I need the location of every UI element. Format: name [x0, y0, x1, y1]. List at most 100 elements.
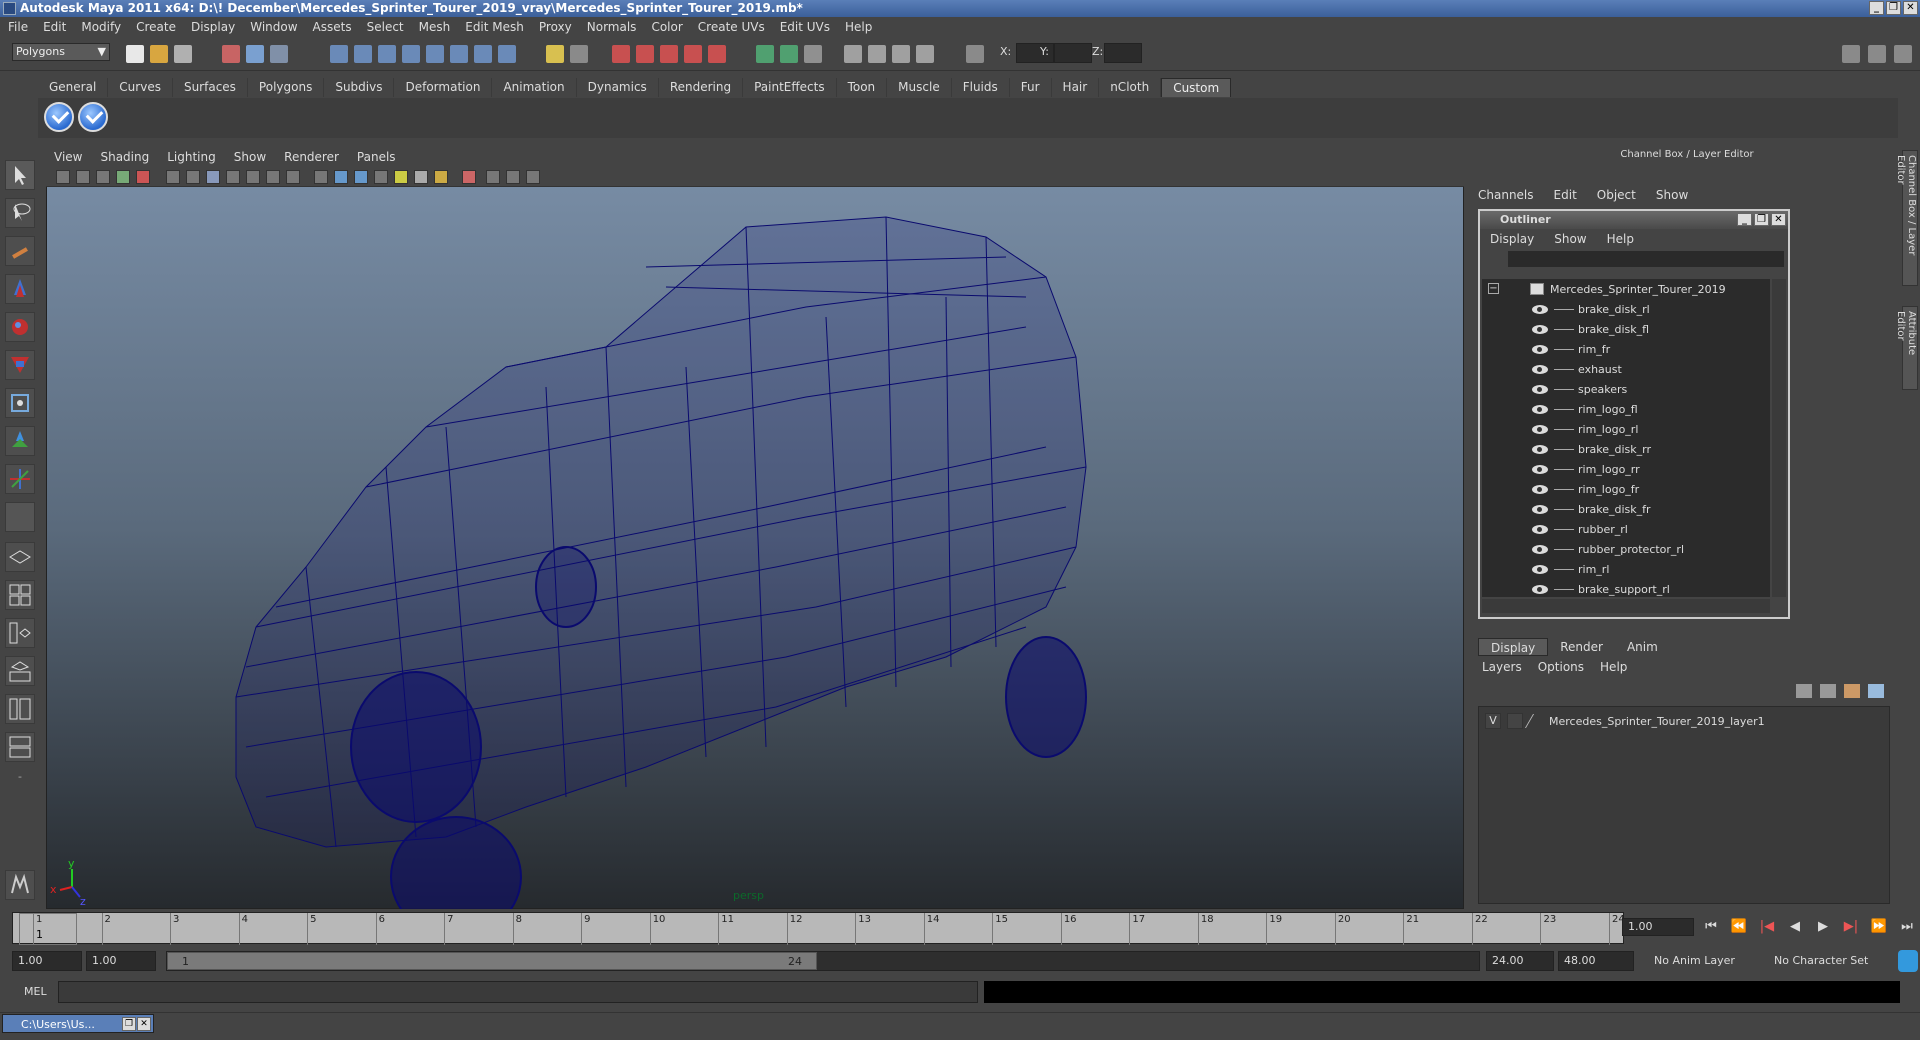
- input-ops-icon[interactable]: [756, 45, 774, 63]
- shelf-check-icon-2[interactable]: [78, 102, 108, 132]
- play-forward-button[interactable]: ▶: [1812, 918, 1834, 936]
- vp-menu-lighting[interactable]: Lighting: [167, 150, 216, 164]
- show-tool-settings-icon[interactable]: [1868, 45, 1886, 63]
- layer-visibility-toggle[interactable]: V: [1485, 713, 1501, 729]
- list-item[interactable]: brake_support_rl: [1532, 580, 1670, 597]
- list-item[interactable]: rim_logo_fl: [1532, 400, 1638, 418]
- list-item[interactable]: speakers: [1532, 380, 1627, 398]
- list-item[interactable]: rim_fr: [1532, 340, 1610, 358]
- show-attribute-editor-icon[interactable]: [1842, 45, 1860, 63]
- menu-edit-uvs[interactable]: Edit UVs: [780, 20, 830, 34]
- render-frame-icon[interactable]: [868, 45, 886, 63]
- list-item[interactable]: brake_disk_fl: [1532, 320, 1649, 338]
- snap-curve-icon[interactable]: [354, 45, 372, 63]
- rotate-tool-icon[interactable]: [5, 312, 35, 342]
- cb-menu-channels[interactable]: Channels: [1478, 188, 1534, 202]
- y-field[interactable]: [1054, 43, 1092, 63]
- cb-menu-object[interactable]: Object: [1597, 188, 1636, 202]
- outliner-search-input[interactable]: [1508, 251, 1784, 267]
- outliner-maximize-button[interactable]: ❐: [1754, 213, 1769, 226]
- list-item[interactable]: rim_logo_fr: [1532, 480, 1639, 498]
- move-tool-icon[interactable]: [5, 274, 35, 304]
- taskitem-close-button[interactable]: ✕: [137, 1017, 151, 1031]
- list-item[interactable]: brake_disk_fr: [1532, 500, 1651, 518]
- shelf-tab-fur[interactable]: Fur: [1010, 78, 1052, 97]
- backface-culling-icon[interactable]: [526, 170, 540, 184]
- shelf-tab-animation[interactable]: Animation: [492, 78, 577, 97]
- taskitem-restore-button[interactable]: ❐: [122, 1017, 136, 1031]
- menu-create[interactable]: Create: [136, 20, 176, 34]
- field-chart-icon[interactable]: [246, 170, 260, 184]
- layer-menu-options[interactable]: Options: [1538, 660, 1584, 674]
- outliner-minimize-button[interactable]: _: [1737, 213, 1752, 226]
- layer-menu-help[interactable]: Help: [1600, 660, 1627, 674]
- magnet-icon[interactable]: [612, 45, 630, 63]
- menu-edit[interactable]: Edit: [43, 20, 66, 34]
- shelf-tab-general[interactable]: General: [38, 78, 109, 97]
- menu-normals[interactable]: Normals: [587, 20, 637, 34]
- layer-tab-anim[interactable]: Anim: [1615, 638, 1670, 656]
- list-item[interactable]: brake_disk_rl: [1532, 300, 1650, 318]
- list-item[interactable]: rim_logo_rr: [1532, 460, 1640, 478]
- range-slider[interactable]: 1 24: [166, 951, 1480, 971]
- wireframe-icon[interactable]: [314, 170, 328, 184]
- layer-color-icon[interactable]: [1524, 714, 1548, 728]
- vp-menu-show[interactable]: Show: [234, 150, 266, 164]
- menu-display[interactable]: Display: [191, 20, 235, 34]
- vp-menu-panels[interactable]: Panels: [357, 150, 396, 164]
- safe-action-icon[interactable]: [266, 170, 280, 184]
- character-set-dropdown[interactable]: No Character Set: [1770, 951, 1890, 971]
- select-tool-icon[interactable]: [5, 160, 35, 190]
- shelf-tab-fluids[interactable]: Fluids: [952, 78, 1010, 97]
- van-wireframe-model[interactable]: y x z: [46, 187, 1464, 909]
- bookmarks-icon[interactable]: [96, 170, 110, 184]
- snap-view-magnet-icon[interactable]: [708, 45, 726, 63]
- new-scene-icon[interactable]: [126, 45, 144, 63]
- soft-mod-tool-icon[interactable]: [5, 426, 35, 456]
- collapse-toggle[interactable]: −: [1488, 283, 1499, 294]
- two-d-pan-zoom-icon[interactable]: [136, 170, 150, 184]
- shelf-tab-dynamics[interactable]: Dynamics: [577, 78, 659, 97]
- mel-input[interactable]: [58, 981, 978, 1003]
- grid-icon[interactable]: [166, 170, 180, 184]
- camera-attributes-icon[interactable]: [76, 170, 90, 184]
- outliner-menu-show[interactable]: Show: [1554, 232, 1586, 246]
- graph-persp-layout-icon[interactable]: [5, 656, 35, 686]
- render-settings-icon[interactable]: [916, 45, 934, 63]
- show-channel-box-icon[interactable]: [1894, 45, 1912, 63]
- camera-select-icon[interactable]: [56, 170, 70, 184]
- snap-grid-icon[interactable]: [330, 45, 348, 63]
- step-back-frame-button[interactable]: |◀: [1756, 918, 1778, 936]
- animation-end-field[interactable]: 48.00: [1558, 951, 1634, 971]
- image-plane-icon[interactable]: [116, 170, 130, 184]
- go-to-start-button[interactable]: ⏮: [1700, 918, 1722, 936]
- shelf-tab-curves[interactable]: Curves: [108, 78, 173, 97]
- four-pane-layout-icon[interactable]: [5, 580, 35, 610]
- restore-button[interactable]: ❐: [1886, 1, 1901, 15]
- resolution-gate-icon[interactable]: [206, 170, 220, 184]
- outliner-menu-display[interactable]: Display: [1490, 232, 1534, 246]
- shelf-tab-ncloth[interactable]: nCloth: [1099, 78, 1162, 97]
- time-slider[interactable]: 1 1 2 3 4 5 6 7 8 9 10 11 12 13 14 15 16 17 18 19 20 21 22 23 2…: [12, 912, 1625, 945]
- snap-point-magnet-icon[interactable]: [684, 45, 702, 63]
- shelf-check-icon[interactable]: [44, 102, 74, 132]
- shelf-tab-hair[interactable]: Hair: [1052, 78, 1100, 97]
- list-item[interactable]: rubber_protector_rl: [1532, 540, 1684, 558]
- snap-point-icon[interactable]: [378, 45, 396, 63]
- menu-file[interactable]: File: [8, 20, 28, 34]
- save-scene-icon[interactable]: [174, 45, 192, 63]
- lock-icon[interactable]: [546, 45, 564, 63]
- step-back-key-button[interactable]: ⏪: [1728, 918, 1750, 936]
- film-gate-icon[interactable]: [186, 170, 200, 184]
- playback-end-field[interactable]: 24.00: [1486, 951, 1554, 971]
- select-hierarchy-icon[interactable]: [222, 45, 240, 63]
- make-live-icon[interactable]: [426, 45, 444, 63]
- ipr-render-icon[interactable]: [892, 45, 910, 63]
- help-icon[interactable]: [498, 45, 516, 63]
- maya-logo-icon[interactable]: [5, 870, 35, 900]
- step-forward-key-button[interactable]: ⏩: [1868, 918, 1890, 936]
- snap-curve-magnet-icon[interactable]: [660, 45, 678, 63]
- select-component-icon[interactable]: [270, 45, 288, 63]
- vp-menu-view[interactable]: View: [54, 150, 82, 164]
- list-item[interactable]: exhaust: [1532, 360, 1622, 378]
